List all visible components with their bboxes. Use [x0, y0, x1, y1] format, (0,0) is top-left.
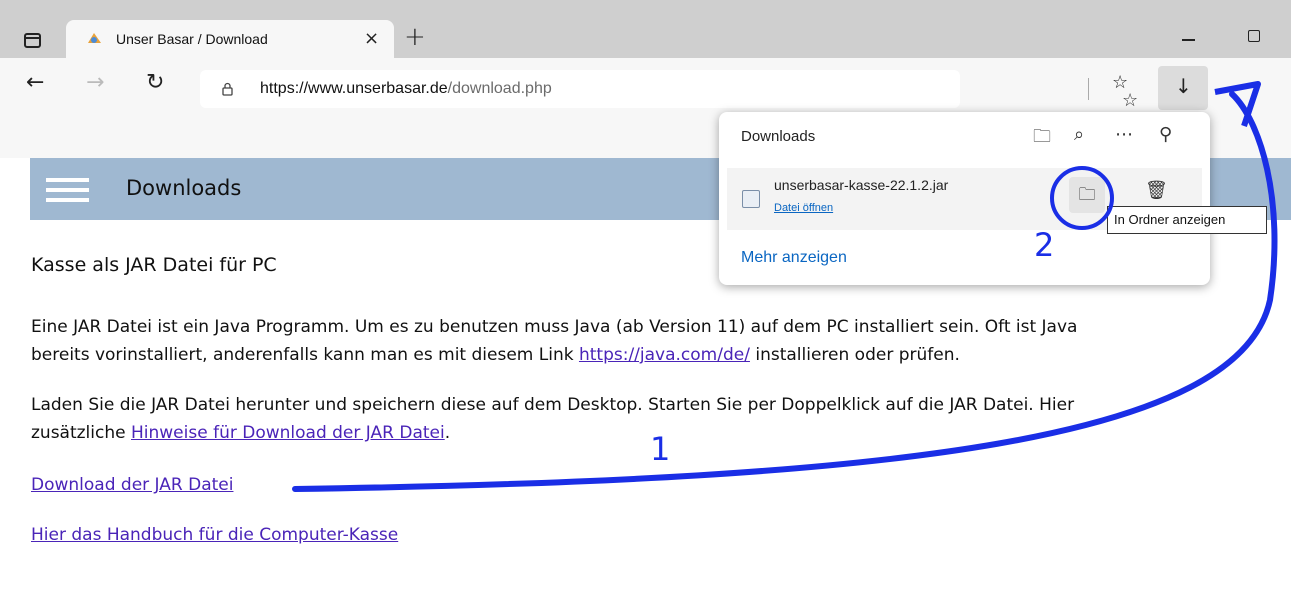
lock-icon[interactable] — [222, 82, 233, 96]
java-info-paragraph: Eine JAR Datei ist ein Java Programm. Um… — [31, 313, 1271, 369]
page-title: Downloads — [126, 176, 242, 200]
paragraph-line: Eine JAR Datei ist ein Java Programm. Um… — [31, 317, 1078, 337]
paragraph-text: . — [444, 423, 451, 443]
url-path: /download.php — [447, 80, 552, 97]
show-more-link[interactable]: Mehr anzeigen — [741, 249, 847, 267]
paragraph-text: bereits vorinstalliert, anderenfalls kan… — [31, 345, 579, 365]
tab-actions-icon[interactable] — [24, 33, 41, 48]
tab-close-icon[interactable]: × — [364, 28, 379, 49]
new-tab-button[interactable]: + — [404, 22, 426, 52]
more-options-icon[interactable]: ⋯ — [1115, 124, 1133, 145]
paragraph-line: bereits vorinstalliert, anderenfalls kan… — [31, 341, 1271, 369]
url-host: https://www.unserbasar.de — [260, 80, 448, 97]
download-hints-link[interactable]: Hinweise für Download der JAR Datei — [131, 423, 445, 443]
downloads-panel-title: Downloads — [741, 128, 816, 145]
pin-icon[interactable]: ⚲ — [1159, 124, 1172, 145]
paragraph-text: zusätzliche — [31, 423, 131, 443]
tab-title: Unser Basar / Download — [116, 31, 268, 47]
jar-file-icon — [742, 190, 760, 208]
site-favicon-icon — [88, 33, 101, 43]
step-number-1: 1 — [650, 430, 671, 468]
maximize-icon[interactable] — [1248, 30, 1260, 42]
url-text[interactable]: https://www.unserbasar.de/download.php — [260, 80, 552, 98]
step-number-2: 2 — [1034, 226, 1055, 264]
open-file-link[interactable]: Datei öffnen — [774, 202, 833, 214]
download-icon: ↓ — [1175, 74, 1192, 98]
favorites-icon[interactable]: ☆ — [1112, 72, 1128, 93]
delete-icon[interactable]: 🗑 — [1145, 180, 1168, 201]
downloads-button[interactable]: ↓ — [1158, 66, 1208, 110]
manual-link[interactable]: Hier das Handbuch für die Computer-Kasse — [31, 525, 398, 545]
section-heading: Kasse als JAR Datei für PC — [31, 254, 277, 276]
minimize-icon[interactable] — [1182, 39, 1195, 41]
reload-icon[interactable]: ↻ — [146, 70, 164, 95]
java-link[interactable]: https://java.com/de/ — [579, 345, 750, 365]
download-file-name: unserbasar-kasse-22.1.2.jar — [774, 177, 949, 193]
hamburger-menu-icon[interactable] — [46, 178, 89, 202]
forward-icon[interactable]: → — [86, 70, 104, 95]
paragraph-line: Laden Sie die JAR Datei herunter und spe… — [31, 395, 1075, 415]
show-in-folder-tooltip: In Ordner anzeigen — [1107, 206, 1267, 234]
add-favorite-icon[interactable]: ☆ — [1122, 90, 1138, 111]
downloads-panel: Downloads 🗀 ⌕ ⋯ ⚲ unserbasar-kasse-22.1.… — [719, 112, 1210, 285]
paragraph-text: installieren oder prüfen. — [749, 345, 960, 365]
back-icon[interactable]: ← — [26, 70, 44, 95]
show-in-folder-icon[interactable]: 🗀 — [1069, 177, 1105, 213]
address-bar[interactable]: https://www.unserbasar.de/download.php ☆ — [200, 70, 1138, 111]
download-jar-link[interactable]: Download der JAR Datei — [31, 475, 233, 495]
search-icon[interactable]: ⌕ — [1074, 124, 1084, 145]
toolbar-divider — [1088, 78, 1089, 100]
tab-bar: Unser Basar / Download × + — [0, 0, 1291, 58]
open-downloads-folder-icon[interactable]: 🗀 — [1033, 124, 1051, 154]
active-tab[interactable]: Unser Basar / Download × — [66, 20, 394, 58]
